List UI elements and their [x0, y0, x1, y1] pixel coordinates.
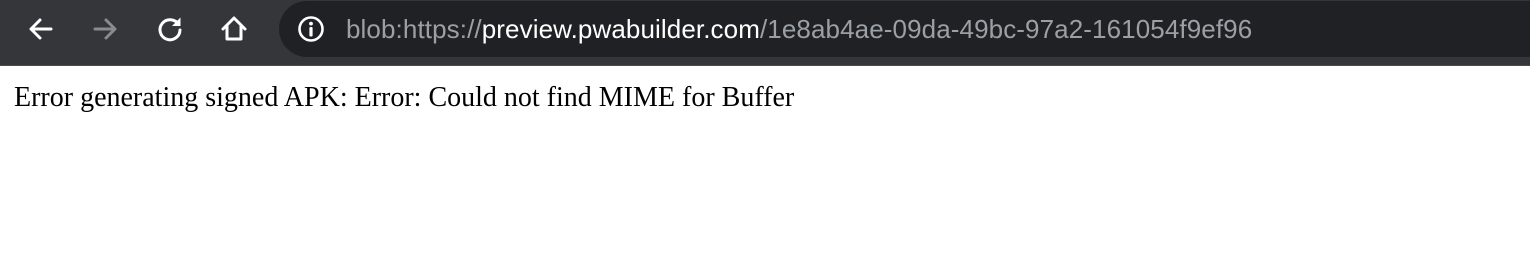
url-host: preview.pwabuilder.com [481, 14, 760, 44]
url-text[interactable]: blob:https://preview.pwabuilder.com/1e8a… [346, 1, 1252, 57]
info-circle-icon[interactable] [297, 15, 325, 43]
error-message: Error generating signed APK: Error: Coul… [14, 82, 795, 113]
url-scheme: blob:https:// [346, 14, 482, 44]
reload-icon [158, 17, 182, 42]
arrow-right-icon [93, 18, 117, 40]
home-button[interactable] [214, 9, 254, 49]
arrow-left-icon [29, 18, 53, 40]
back-button[interactable] [21, 9, 61, 49]
forward-button[interactable] [85, 9, 125, 49]
url-path: /1e8ab4ae-09da-49bc-97a2-161054f9ef96 [759, 14, 1253, 44]
address-bar[interactable]: blob:https://preview.pwabuilder.com/1e8a… [279, 1, 1530, 57]
home-icon [221, 16, 247, 41]
browser-toolbar: blob:https://preview.pwabuilder.com/1e8a… [0, 0, 1530, 66]
reload-button[interactable] [150, 9, 190, 49]
